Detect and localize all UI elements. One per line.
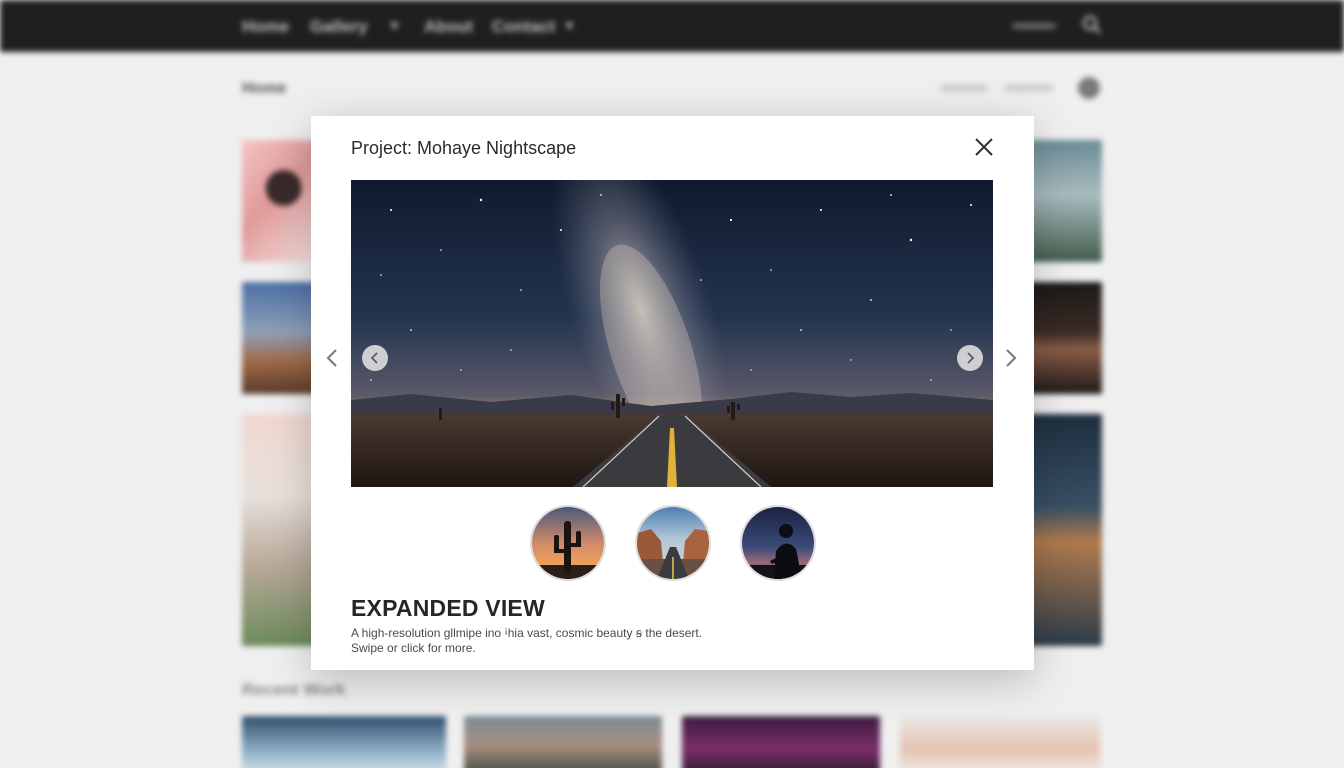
thumbnail-desert-canyon-road[interactable] [635, 505, 711, 581]
chevron-left-icon[interactable] [325, 347, 339, 369]
chevron-right-icon[interactable] [1004, 347, 1018, 369]
slide-prev-button[interactable] [362, 345, 388, 371]
breadcrumb[interactable]: Home [242, 80, 286, 98]
hero-image[interactable] [351, 180, 993, 487]
thumbnail-saguaro-sunset[interactable] [530, 505, 606, 581]
gallery-tile[interactable] [464, 716, 662, 768]
chevron-down-icon: ▼ [563, 18, 576, 33]
nav-item-about[interactable]: About [424, 17, 473, 37]
description-line: Swipe or click for more. [351, 641, 476, 655]
slide-next-button[interactable] [957, 345, 983, 371]
image-description: A high-resolution gllmipe ino ꜟhia vast,… [351, 626, 702, 656]
silhouette-night-image [742, 507, 814, 579]
description-line: A high-resolution gllmipe ino ꜟhia vast,… [351, 626, 703, 640]
gallery-tile[interactable] [242, 716, 446, 768]
section-heading: Recent Work [242, 680, 346, 699]
desert-canyon-road-image [637, 507, 709, 579]
modal-title: Project: Mohaye Nightscape [351, 138, 577, 158]
thumbnail-silhouette-night[interactable] [740, 505, 816, 581]
gallery-tile[interactable] [242, 282, 322, 394]
top-nav-bar: Home Gallery ▼ About Contact ▼ [0, 0, 1344, 52]
avatar[interactable] [1078, 77, 1100, 99]
nav-item-gallery[interactable]: Gallery [310, 17, 368, 37]
chevron-right-icon [967, 352, 975, 364]
subnav-link[interactable] [940, 84, 988, 92]
nav-item-home[interactable]: Home [242, 17, 289, 37]
chevron-down-icon: ▼ [388, 18, 401, 33]
gallery-tile[interactable] [682, 716, 880, 768]
close-icon[interactable] [971, 134, 997, 160]
gallery-tile[interactable] [242, 414, 322, 646]
nav-item-contact[interactable]: Contact [492, 17, 555, 37]
nav-user-link[interactable] [1012, 23, 1056, 29]
search-icon[interactable] [1082, 15, 1102, 35]
chevron-left-icon [370, 352, 378, 364]
expanded-view-heading: EXPANDED VIEW [351, 595, 545, 621]
saguaro-sunset-image [532, 507, 604, 579]
gallery-tile[interactable] [900, 716, 1100, 768]
gallery-tile-detail [250, 160, 306, 216]
subnav-link[interactable] [1004, 84, 1054, 92]
milky-way-image [351, 180, 993, 487]
project-modal: Project: Mohaye Nightscape EXPANDED VIEW… [311, 116, 1034, 670]
